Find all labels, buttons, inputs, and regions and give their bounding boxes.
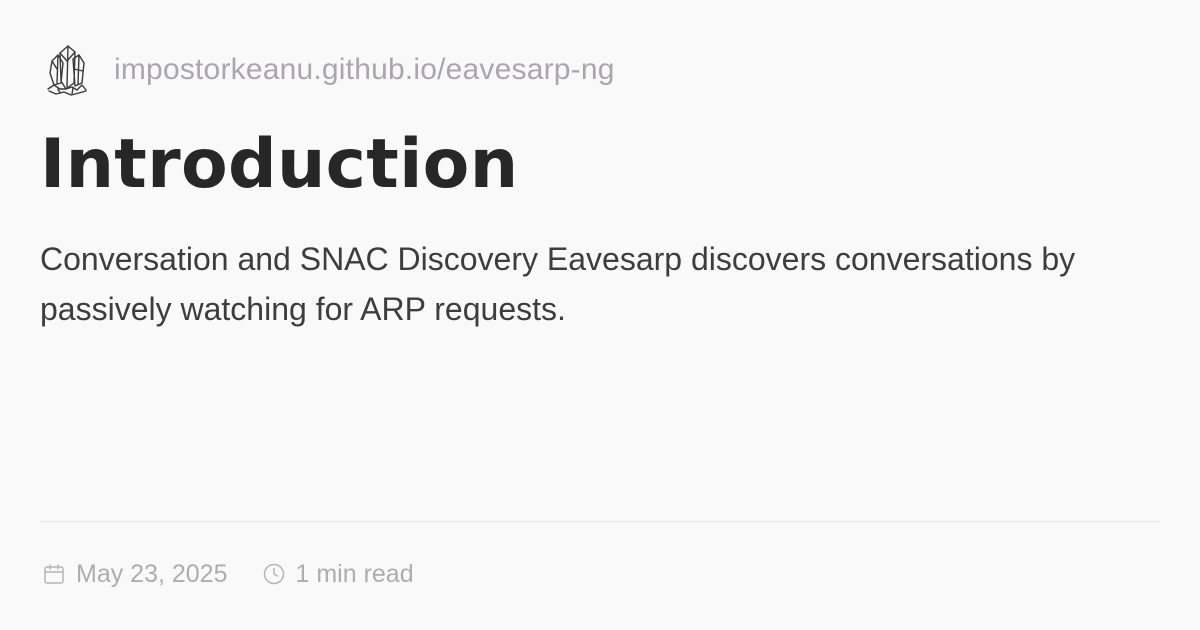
crystal-cluster-icon	[47, 45, 87, 96]
article-meta: May 23, 2025 1 min read	[42, 555, 414, 593]
publish-date: May 23, 2025	[42, 560, 228, 589]
read-time: 1 min read	[262, 560, 414, 589]
divider	[40, 521, 1160, 522]
clock-icon	[263, 563, 284, 585]
site-header: impostorkeanu.github.io/eavesarp-ng	[46, 40, 615, 100]
article-description: Conversation and SNAC Discovery Eavesarp…	[40, 241, 1076, 327]
site-url[interactable]: impostorkeanu.github.io/eavesarp-ng	[114, 53, 615, 87]
publish-date-text: May 23, 2025	[76, 559, 228, 588]
calendar-icon	[44, 564, 64, 584]
page-title: Introduction	[40, 125, 519, 204]
read-time-text: 1 min read	[295, 559, 414, 588]
